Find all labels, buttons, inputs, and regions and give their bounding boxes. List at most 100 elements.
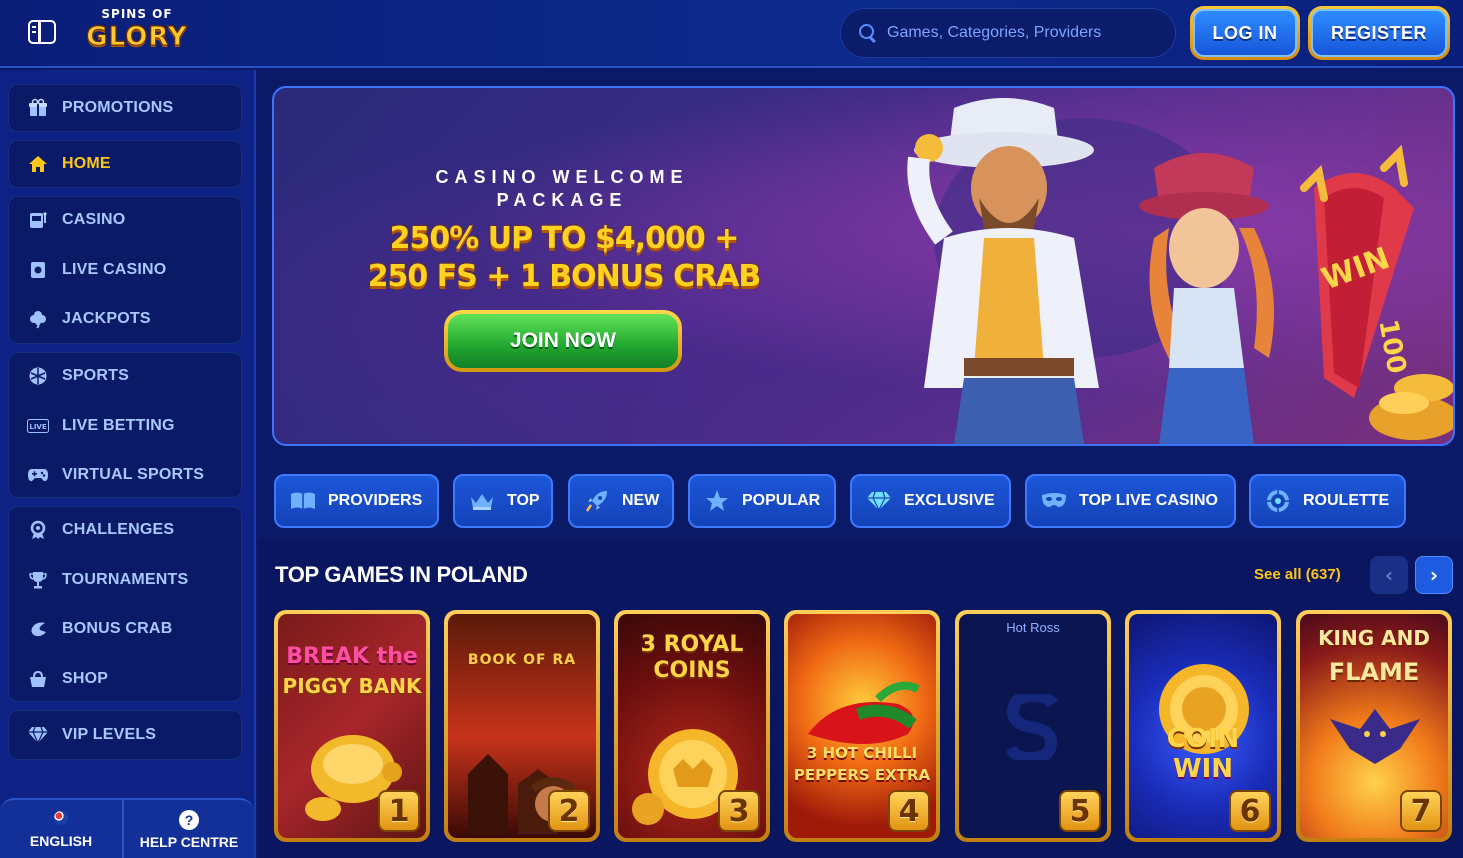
search-bar[interactable] (840, 8, 1176, 58)
sidebar-item-challenges[interactable]: CHALLENGES (9, 510, 241, 550)
game-card[interactable]: BOOK OF RA 2 (444, 610, 600, 842)
sidebar-item-label: LIVE BETTING (62, 417, 175, 434)
wheel-number-text: 100 (1372, 317, 1411, 376)
register-button-label: REGISTER (1311, 9, 1447, 57)
mask-icon (1041, 488, 1067, 514)
dragon-icon (1330, 709, 1420, 764)
register-button[interactable]: REGISTER (1308, 6, 1450, 60)
book-icon (290, 488, 316, 514)
trophy-icon (27, 569, 49, 591)
sidebar-item-label: VIRTUAL SPORTS (62, 466, 205, 483)
prize-wheel-icon: WIN 100 (1300, 144, 1414, 398)
sidebar-item-virtual-sports[interactable]: VIRTUAL SPORTS (9, 455, 241, 495)
help-centre-button[interactable]: ? HELP CENTRE (124, 800, 254, 858)
category-label: TOP (507, 492, 540, 509)
hero-illustration: WIN 100 (907, 98, 1453, 444)
ball-icon (27, 365, 49, 387)
login-button-label: LOG IN (1193, 9, 1297, 57)
sidebar-item-label: JACKPOTS (62, 310, 151, 327)
sidebar-group-casino: CASINO LIVE CASINO JACKPOTS (8, 196, 242, 344)
coin-pile-icon (1369, 374, 1453, 440)
game-card[interactable]: KING AND FLAME 7 (1296, 610, 1452, 842)
game-thumbnail: BREAK the PIGGY BANK 1 (278, 614, 426, 838)
game-title-line1: BOOK OF RA (467, 652, 577, 668)
sidebar-group-rewards: CHALLENGES TOURNAMENTS BONUS CRAB SHOP (8, 506, 242, 702)
sidebar-toggle-icon[interactable] (28, 20, 56, 44)
roulette-icon (1265, 488, 1291, 514)
game-title-line2: WIN (1172, 754, 1234, 784)
sidebar-item-vip-levels[interactable]: VIP LEVELS (9, 715, 241, 755)
category-providers[interactable]: PROVIDERS (274, 474, 439, 528)
category-new[interactable]: NEW (568, 474, 674, 528)
language-selector[interactable]: ENGLISH (0, 800, 124, 858)
diamond-icon (27, 724, 49, 746)
sidebar-item-label: PROMOTIONS (62, 99, 174, 116)
uk-flag-icon (54, 811, 68, 825)
game-card[interactable]: Hot Ross 5 (955, 610, 1111, 842)
hero-headline-line2: 250 FS + 1 BONUS CRAB (367, 259, 762, 294)
sidebar-item-label: HOME (62, 155, 111, 172)
logo[interactable]: SPINS OF GLORY (82, 6, 192, 62)
game-thumbnail: 3 ROYAL COINS 3 (618, 614, 766, 838)
sidebar-group-home: HOME (8, 140, 242, 188)
sidebar-item-label: TOURNAMENTS (62, 571, 189, 588)
sidebar-item-jackpots[interactable]: JACKPOTS (9, 299, 241, 339)
rank-badge: 4 (888, 790, 930, 832)
live-casino-icon (27, 259, 49, 281)
sidebar-footer: ENGLISH ? HELP CENTRE (0, 798, 254, 858)
game-thumbnail: COIN WIN 6 (1129, 614, 1277, 838)
hero-banner[interactable]: CASINO WELCOME PACKAGE 250% UP TO $4,000… (272, 86, 1455, 446)
search-input[interactable] (887, 24, 1157, 42)
game-title-line1: BREAK the (286, 644, 418, 669)
sidebar-item-live-casino[interactable]: LIVE CASINO (9, 250, 241, 290)
basket-icon (27, 668, 49, 690)
category-popular[interactable]: POPULAR (688, 474, 836, 528)
rank-badge: 1 (378, 790, 420, 832)
game-thumbnail: BOOK OF RA 2 (448, 614, 596, 838)
sidebar-item-home[interactable]: HOME (9, 144, 241, 184)
search-icon (859, 24, 877, 42)
sidebar-item-live-betting[interactable]: LIVE LIVE BETTING (9, 406, 241, 446)
game-title-line2: COINS (653, 658, 731, 683)
crown-icon (469, 488, 495, 514)
category-exclusive[interactable]: EXCLUSIVE (850, 474, 1011, 528)
see-all-link[interactable]: See all (637) (1254, 566, 1341, 583)
sidebar-group-sports: SPORTS LIVE LIVE BETTING VIRTUAL SPORTS (8, 352, 242, 498)
carousel-prev-button[interactable]: ‹ (1370, 556, 1408, 594)
sidebar-item-shop[interactable]: SHOP (9, 659, 241, 699)
sidebar-item-casino[interactable]: CASINO (9, 200, 241, 240)
category-top[interactable]: TOP (453, 474, 553, 528)
category-label: NEW (622, 492, 660, 509)
logo-big-text: GLORY (86, 22, 188, 53)
sidebar-item-bonus-crab[interactable]: BONUS CRAB (9, 609, 241, 649)
gem-icon (866, 488, 892, 514)
sidebar-item-label: LIVE CASINO (62, 261, 167, 278)
sidebar-item-promotions[interactable]: PROMOTIONS (9, 88, 241, 128)
svg-text:LIVE: LIVE (29, 423, 46, 431)
sidebar-group-vip: VIP LEVELS (8, 710, 242, 760)
join-now-button[interactable]: JOIN NOW (444, 310, 682, 372)
game-card[interactable]: 3 HOT CHILLI PEPPERS EXTRA 4 (784, 610, 940, 842)
game-card[interactable]: COIN WIN 6 (1125, 610, 1281, 842)
login-button[interactable]: LOG IN (1190, 6, 1300, 60)
rocket-icon (584, 488, 610, 514)
sidebar-item-sports[interactable]: SPORTS (9, 356, 241, 396)
hero-headline: 250% UP TO $4,000 + 250 FS + 1 BONUS CRA… (364, 220, 764, 296)
game-title-line2: PIGGY BANK (282, 674, 422, 698)
medal-icon (27, 519, 49, 541)
carousel-next-button[interactable]: › (1415, 556, 1453, 594)
game-card[interactable]: 3 ROYAL COINS 3 (614, 610, 770, 842)
category-top-live-casino[interactable]: TOP LIVE CASINO (1025, 474, 1236, 528)
sidebar-item-label: SPORTS (62, 367, 129, 384)
help-icon: ? (179, 810, 199, 830)
game-card[interactable]: BREAK the PIGGY BANK 1 (274, 610, 430, 842)
category-roulette[interactable]: ROULETTE (1249, 474, 1406, 528)
gift-icon (27, 97, 49, 119)
category-label: PROVIDERS (328, 492, 423, 509)
sidebar: PROMOTIONS HOME CASINO LIVE CASINO JACKP… (0, 70, 256, 858)
hero-eyebrow: CASINO WELCOME PACKAGE (435, 167, 689, 210)
sidebar-group-promotions: PROMOTIONS (8, 84, 242, 132)
sidebar-item-tournaments[interactable]: TOURNAMENTS (9, 560, 241, 600)
section-title: TOP GAMES IN POLAND (275, 562, 528, 587)
rank-badge: 5 (1059, 790, 1101, 832)
